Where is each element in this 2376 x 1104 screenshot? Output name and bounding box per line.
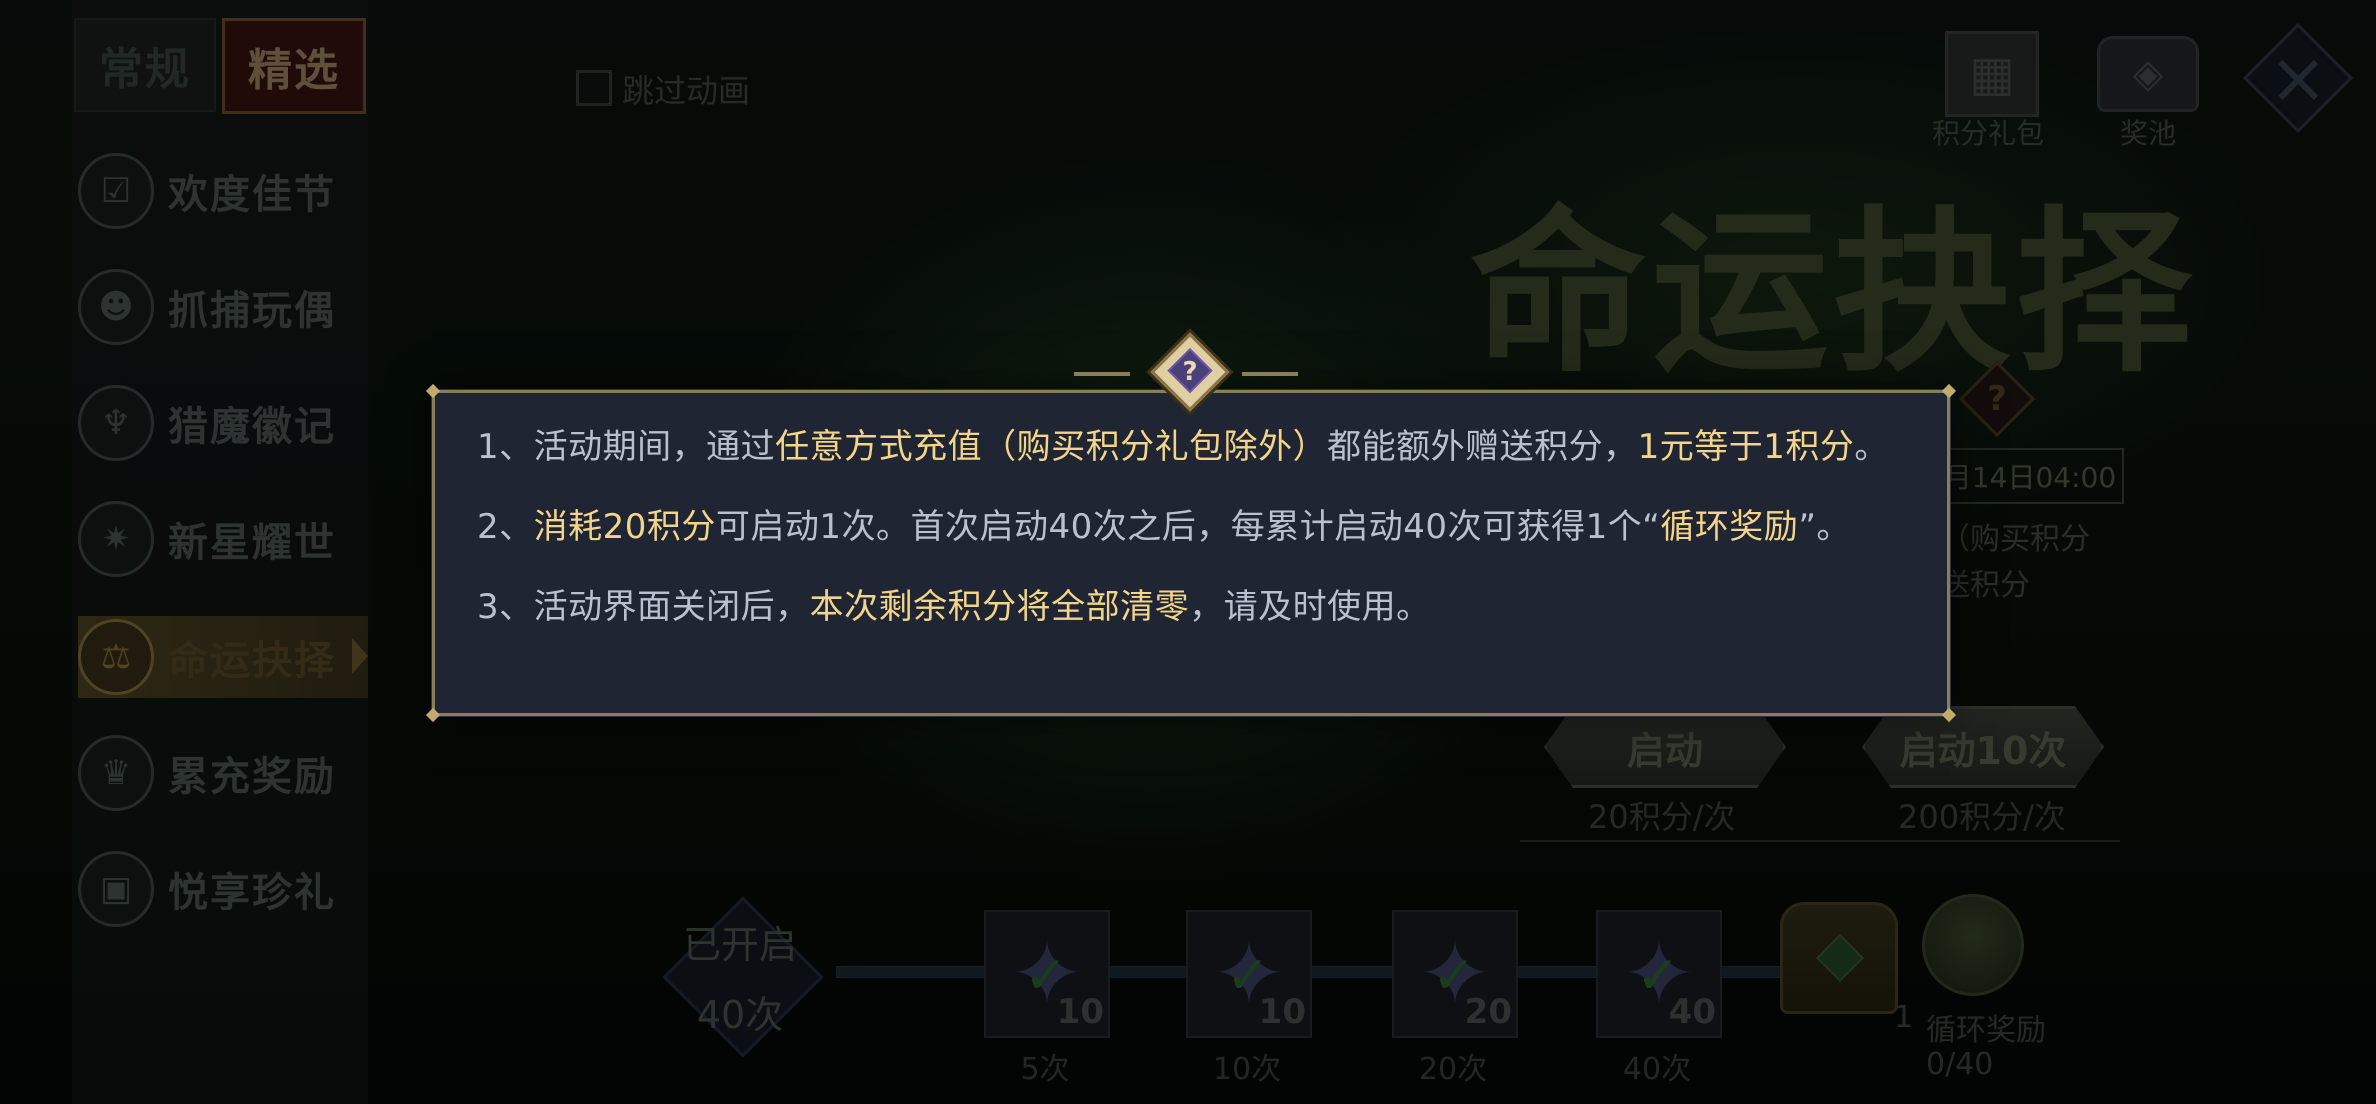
rule-highlight: 本次剩余积分将全部清零 — [809, 587, 1190, 627]
rule-text: 可启动1次。首次启动40次之后，每累计启动40次可获得1个“ — [715, 507, 1661, 547]
help-gem-icon: ? — [1150, 332, 1230, 412]
rules-dialog: 1、活动期间，通过任意方式充值（购买积分礼包除外）都能额外赠送积分，1元等于1积… — [425, 383, 1957, 723]
rule-text: 1、活动期间，通过 — [477, 427, 776, 467]
rule-text: 。 — [1854, 427, 1889, 467]
rule-text: 2、 — [477, 507, 534, 547]
rule-highlight: 任意方式充值（购买积分礼包除外） — [775, 427, 1328, 467]
rule-line-2: 2、消耗20积分可启动1次。首次启动40次之后，每累计启动40次可获得1个“循环… — [477, 499, 1851, 548]
rule-line-1: 1、活动期间，通过任意方式充值（购买积分礼包除外）都能额外赠送积分，1元等于1积… — [477, 419, 1889, 468]
rule-text: ”。 — [1798, 507, 1851, 547]
rule-text: 3、活动界面关闭后， — [477, 587, 810, 627]
rule-text: ，请及时使用。 — [1189, 587, 1431, 627]
rule-text: 都能额外赠送积分， — [1327, 427, 1638, 467]
rule-highlight: 1元等于1积分 — [1637, 427, 1855, 467]
ornament-wing — [1242, 372, 1298, 376]
question-icon: ? — [1182, 357, 1198, 387]
rule-highlight: 消耗20积分 — [533, 507, 716, 547]
ornament-wing — [1074, 372, 1130, 376]
rule-line-3: 3、活动界面关闭后，本次剩余积分将全部清零，请及时使用。 — [477, 579, 1431, 628]
rule-highlight: 循环奖励 — [1660, 507, 1799, 547]
modal-help-ornament: ? — [1074, 332, 1298, 412]
